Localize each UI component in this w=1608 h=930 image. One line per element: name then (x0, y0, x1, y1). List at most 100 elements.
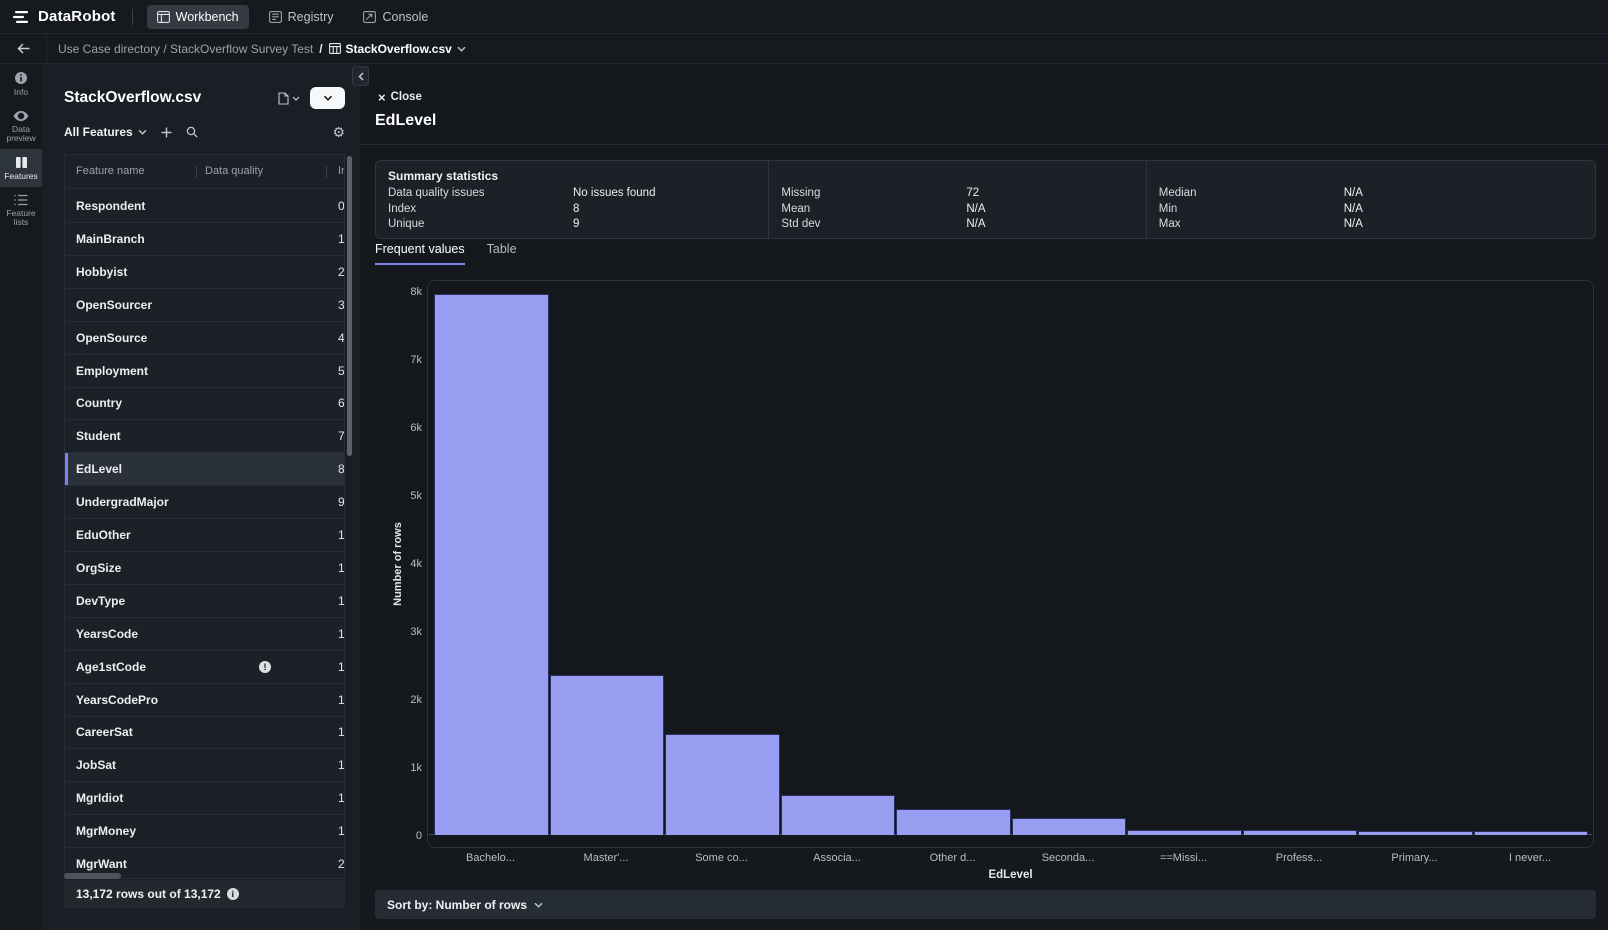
feature-list-horizontal-scrollbar[interactable] (64, 873, 121, 879)
x-axis-tick-label: I never... (1473, 852, 1588, 864)
x-axis-tick-label: Primary... (1357, 852, 1472, 864)
feature-list-vertical-scrollbar[interactable] (347, 156, 352, 456)
feature-name: EduOther (76, 528, 131, 542)
search-features-button[interactable] (186, 126, 198, 138)
nav-tab-label: Console (382, 10, 428, 24)
feature-row-devtype[interactable]: DevType12 (65, 585, 344, 618)
feature-index: 19 (338, 824, 344, 838)
x-axis-tick-label: Seconda... (1011, 852, 1126, 864)
feature-name: Hobbyist (76, 265, 127, 279)
rail-item-data-preview[interactable]: Data preview (0, 103, 42, 149)
feature-row-mainbranch[interactable]: MainBranch1 (65, 223, 344, 256)
rail-item-features[interactable]: Features (0, 149, 42, 187)
tab-table[interactable]: Table (487, 242, 517, 265)
back-button[interactable] (0, 34, 47, 64)
chart-bar-3[interactable] (665, 734, 780, 835)
stat-value: N/A (966, 203, 985, 215)
chart-bar-1[interactable] (434, 294, 549, 835)
stat-label: Median (1159, 187, 1344, 199)
feature-row-yearscodepro[interactable]: YearsCodePro15 (65, 684, 344, 717)
rail-item-info[interactable]: Info (0, 64, 42, 103)
nav-tab-registry[interactable]: Registry (259, 5, 344, 29)
feature-index: 2 (338, 265, 344, 279)
sort-by-dropdown[interactable]: Sort by: Number of rows (375, 890, 1596, 919)
y-axis-tick-label: 2k (388, 694, 422, 706)
feature-row-eduother[interactable]: EduOther 10 (65, 519, 344, 552)
chart-bar-9[interactable] (1358, 831, 1473, 835)
chevron-left-icon (358, 72, 364, 81)
feature-row-careersat[interactable]: CareerSat16 (65, 716, 344, 749)
feature-row-hobbyist[interactable]: Hobbyist 2 (65, 256, 344, 289)
primary-action-dropdown[interactable] (310, 87, 345, 109)
collapse-panel-button[interactable] (352, 66, 369, 86)
feature-row-respondent[interactable]: Respondent0 (65, 190, 344, 223)
feature-row-undergradmajor[interactable]: UndergradMajor9 (65, 486, 344, 519)
info-icon[interactable]: i (227, 888, 239, 900)
feature-row-jobsat[interactable]: JobSat17 (65, 749, 344, 782)
stat-label: Missing (781, 187, 966, 199)
chart-bar-5[interactable] (896, 809, 1011, 835)
detail-tabs: Frequent values Table (375, 242, 517, 265)
feature-index: 10 (338, 528, 344, 542)
eye-icon (13, 110, 29, 122)
feature-name: Age1stCode (76, 660, 146, 674)
rail-item-feature-lists[interactable]: Feature lists (0, 187, 42, 233)
stats-group-spacer (1159, 169, 1595, 185)
rail-item-label: Feature lists (0, 209, 42, 227)
column-header-index[interactable]: Index (338, 165, 345, 177)
feature-index: 15 (338, 693, 344, 707)
feature-row-edlevel[interactable]: EdLevel8 (65, 453, 344, 486)
add-feature-list-button[interactable] (161, 127, 172, 138)
feature-name: OrgSize (76, 561, 121, 575)
console-icon (363, 11, 376, 23)
breadcrumb-path[interactable]: Use Case directory / StackOverflow Surve… (58, 42, 313, 56)
data-quality-icon[interactable]: ! (259, 661, 271, 673)
feature-row-country[interactable]: Country6 (65, 387, 344, 420)
chart-bar-6[interactable] (1012, 818, 1127, 835)
close-detail-button[interactable]: × Close (378, 91, 422, 103)
feature-row-opensource[interactable]: OpenSource4 (65, 322, 344, 355)
feature-row-yearscode[interactable]: YearsCode13 (65, 618, 344, 651)
feature-row-orgsize[interactable]: OrgSize11 (65, 552, 344, 585)
dataset-file-menu[interactable] (278, 92, 300, 105)
feature-row-opensourcer[interactable]: OpenSourcer3 (65, 289, 344, 322)
feature-row-student[interactable]: Student7 (65, 420, 344, 453)
feature-name: MgrIdiot (76, 791, 123, 805)
y-axis-tick-label: 8k (388, 286, 422, 298)
feature-list-filter[interactable]: All Features (64, 125, 147, 139)
column-header-feature-name[interactable]: Feature name (76, 165, 144, 177)
chart-bar-2[interactable] (550, 675, 665, 835)
chart-bar-10[interactable] (1474, 831, 1589, 835)
feature-row-mgrmoney[interactable]: MgrMoney19 (65, 815, 344, 848)
nav-tab-workbench[interactable]: Workbench (147, 5, 249, 29)
feature-detail-title: EdLevel (375, 112, 436, 130)
chart-bar-8[interactable] (1243, 830, 1358, 835)
tab-frequent-values[interactable]: Frequent values (375, 242, 465, 265)
brand-name: DataRobot (38, 8, 116, 25)
chevron-down-icon (323, 95, 333, 101)
top-bar: DataRobot Workbench Registry Console (0, 0, 1608, 34)
left-rail: Info Data previewFeatures Feature lists (0, 64, 42, 930)
datarobot-logo[interactable]: DataRobot (0, 8, 116, 25)
stat-value: 72 (966, 187, 979, 199)
feature-settings-button[interactable]: ⚙ (332, 125, 345, 139)
y-axis-title: Number of rows (392, 504, 404, 624)
feature-row-age1stcode[interactable]: Age1stCode!14 (65, 651, 344, 684)
chart-bar-7[interactable] (1127, 830, 1242, 835)
feature-index: 17 (338, 758, 344, 772)
x-axis-tick-label: Master'... (549, 852, 664, 864)
feature-index: 7 (338, 429, 344, 443)
breadcrumb-current[interactable]: StackOverflow.csv (329, 42, 466, 56)
feature-row-employment[interactable]: Employment5 (65, 355, 344, 388)
nav-tab-console[interactable]: Console (353, 5, 438, 29)
column-header-data-quality[interactable]: Data quality (205, 165, 263, 177)
feature-table-header: Feature name Data quality Index (65, 155, 344, 189)
chart-bar-4[interactable] (781, 795, 896, 835)
feature-row-mgridiot[interactable]: MgrIdiot18 (65, 782, 344, 815)
feature-name: CareerSat (76, 725, 133, 739)
features-panel: StackOverflow.csv All Features (42, 64, 360, 930)
rail-item-label: Info (14, 88, 28, 97)
stat-value: N/A (1344, 218, 1363, 230)
stat-row: MaxN/A (1159, 216, 1595, 232)
feature-name: Respondent (76, 199, 145, 213)
